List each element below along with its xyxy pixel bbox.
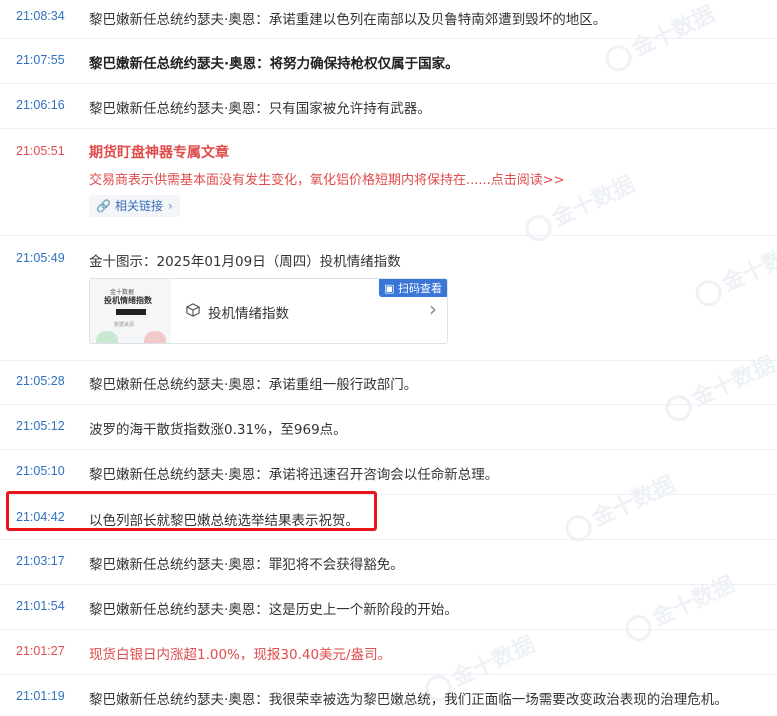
feed-item-article[interactable]: 21:05:51 期货盯盘神器专属文章 交易商表示供需基本面没有发生变化，氧化铝… bbox=[0, 129, 777, 236]
chart-thumbnail: 金十数据 投机情绪指数 数据来源 bbox=[90, 279, 171, 343]
feed-time: 21:06:16 bbox=[16, 98, 65, 112]
feed-time: 21:01:27 bbox=[16, 644, 65, 658]
feed-item[interactable]: 21:01:54 黎巴嫩新任总统约瑟夫·奥恩：这是历史上一个新阶段的开始。 bbox=[0, 585, 777, 630]
feed-text: 黎巴嫩新任总统约瑟夫·奥恩：我很荣幸被选为黎巴嫩总统，我们正面临一场需要改变政治… bbox=[89, 692, 728, 708]
feed-time: 21:01:54 bbox=[16, 599, 65, 613]
feed-text: 现货白银日内涨超1.00%，现报30.40美元/盎司。 bbox=[89, 647, 392, 663]
highlight-box bbox=[6, 491, 377, 531]
related-link-label: 相关链接 bbox=[114, 199, 163, 213]
card-label: 投机情绪指数 bbox=[208, 306, 289, 322]
feed-time: 21:05:28 bbox=[16, 374, 65, 388]
feed-time: 21:07:55 bbox=[16, 53, 65, 67]
feed-item[interactable]: 21:03:17 黎巴嫩新任总统约瑟夫·奥恩：罪犯将不会获得豁免。 bbox=[0, 540, 777, 585]
feed-text: 黎巴嫩新任总统约瑟夫·奥恩：承诺将迅速召开咨询会以任命新总理。 bbox=[89, 467, 499, 483]
feed-item[interactable]: 21:06:16 黎巴嫩新任总统约瑟夫·奥恩：只有国家被允许持有武器。 bbox=[0, 84, 777, 129]
feed-item[interactable]: 21:01:27 现货白银日内涨超1.00%，现报30.40美元/盎司。 bbox=[0, 630, 777, 675]
feed-time: 21:03:17 bbox=[16, 554, 65, 568]
feed-time: 21:05:12 bbox=[16, 419, 65, 433]
feed-time: 21:08:34 bbox=[16, 9, 65, 23]
feed-text: 金十图示：2025年01月09日（周四）投机情绪指数 bbox=[89, 254, 401, 270]
feed-text: 黎巴嫩新任总统约瑟夫·奥恩：承诺重组一般行政部门。 bbox=[89, 377, 418, 393]
feed-time: 21:05:10 bbox=[16, 464, 65, 478]
related-link-button[interactable]: 🔗 相关链接 › bbox=[89, 195, 180, 217]
article-title[interactable]: 期货盯盘神器专属文章 bbox=[89, 142, 229, 162]
feed-item[interactable]: 21:08:34 黎巴嫩新任总统约瑟夫·奥恩：承诺重建以色列在南部以及贝鲁特南郊… bbox=[0, 0, 777, 39]
feed-time: 21:01:19 bbox=[16, 689, 65, 703]
qr-icon: ▣ bbox=[384, 282, 395, 295]
feed-item[interactable]: 21:05:28 黎巴嫩新任总统约瑟夫·奥恩：承诺重组一般行政部门。 bbox=[0, 361, 777, 405]
feed-text: 黎巴嫩新任总统约瑟夫·奥恩：这是历史上一个新阶段的开始。 bbox=[89, 602, 458, 618]
chevron-right-icon: › bbox=[429, 297, 437, 321]
scan-code-badge[interactable]: ▣ 扫码查看 bbox=[379, 279, 447, 297]
feed-item[interactable]: 21:01:19 黎巴嫩新任总统约瑟夫·奥恩：我很荣幸被选为黎巴嫩总统，我们正面… bbox=[0, 675, 777, 716]
cube-icon bbox=[186, 303, 200, 317]
article-summary[interactable]: 交易商表示供需基本面没有发生变化，氧化铝价格短期内将保持在......点击阅读>… bbox=[89, 169, 565, 188]
link-icon: 🔗 bbox=[96, 199, 111, 213]
feed-time: 21:05:49 bbox=[16, 251, 65, 265]
feed-text: 波罗的海干散货指数涨0.31%，至969点。 bbox=[89, 422, 347, 438]
news-feed: 21:08:34 黎巴嫩新任总统约瑟夫·奥恩：承诺重建以色列在南部以及贝鲁特南郊… bbox=[0, 0, 777, 716]
feed-item-chart[interactable]: 21:05:49 金十图示：2025年01月09日（周四）投机情绪指数 金十数据… bbox=[0, 236, 777, 361]
feed-text: 黎巴嫩新任总统约瑟夫·奥恩：罪犯将不会获得豁免。 bbox=[89, 557, 404, 573]
feed-text: 黎巴嫩新任总统约瑟夫·奥恩：只有国家被允许持有武器。 bbox=[89, 101, 431, 117]
feed-item[interactable]: 21:07:55 黎巴嫩新任总统约瑟夫·奥恩：将努力确保持枪权仅属于国家。 bbox=[0, 39, 777, 84]
feed-time: 21:05:51 bbox=[16, 144, 65, 158]
feed-item[interactable]: 21:05:10 黎巴嫩新任总统约瑟夫·奥恩：承诺将迅速召开咨询会以任命新总理。 bbox=[0, 450, 777, 495]
chevron-right-icon: › bbox=[167, 199, 173, 213]
sentiment-index-card[interactable]: 金十数据 投机情绪指数 数据来源 投机情绪指数 › ▣ 扫码查看 bbox=[89, 278, 448, 344]
feed-item[interactable]: 21:05:12 波罗的海干散货指数涨0.31%，至969点。 bbox=[0, 405, 777, 450]
feed-text: 黎巴嫩新任总统约瑟夫·奥恩：承诺重建以色列在南部以及贝鲁特南郊遭到毁坏的地区。 bbox=[89, 12, 607, 28]
feed-text: 黎巴嫩新任总统约瑟夫·奥恩：将努力确保持枪权仅属于国家。 bbox=[89, 56, 459, 72]
